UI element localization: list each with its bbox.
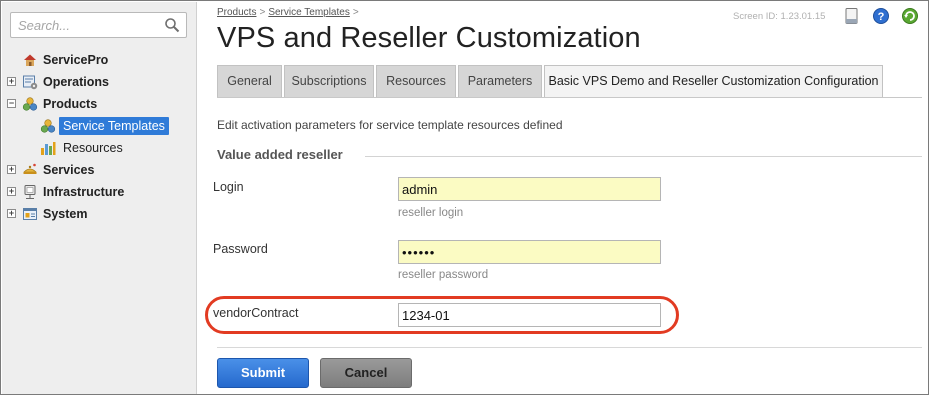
cancel-button[interactable]: Cancel	[320, 358, 412, 388]
section-title: Value added reseller	[217, 147, 343, 162]
svg-text:?: ?	[878, 11, 885, 23]
help-icon[interactable]: ?	[872, 7, 890, 25]
breadcrumb-separator: >	[259, 7, 266, 18]
tab-resources[interactable]: Resources	[376, 65, 456, 97]
house-icon	[24, 54, 36, 66]
breadcrumb-separator: >	[352, 7, 359, 18]
nav-tree: ServicePro + Operations − Products Servi…	[2, 49, 197, 225]
section-divider	[365, 156, 922, 157]
sidebar-item-label: Infrastructure	[43, 185, 125, 199]
form-footer-divider	[217, 347, 922, 348]
sidebar-item-service-templates[interactable]: Service Templates	[2, 115, 197, 137]
infrastructure-icon	[24, 185, 36, 199]
form-description: Edit activation parameters for service t…	[217, 118, 563, 132]
tab-general[interactable]: General	[217, 65, 282, 97]
breadcrumb-link-products[interactable]: Products	[217, 7, 256, 18]
login-field[interactable]	[398, 177, 661, 201]
page-title: VPS and Reseller Customization	[217, 22, 641, 54]
search-box[interactable]	[10, 12, 187, 38]
vendor-contract-label: vendorContract	[213, 306, 299, 320]
sidebar-item-label: System	[43, 207, 88, 221]
document-icon[interactable]	[843, 7, 861, 25]
search-input[interactable]	[11, 13, 151, 37]
sidebar-item-services[interactable]: + Services	[2, 159, 197, 181]
sidebar-item-label: Products	[43, 97, 98, 111]
sidebar-item-label: Resources	[63, 141, 123, 155]
collapse-toggle[interactable]: −	[7, 99, 16, 108]
refresh-icon[interactable]	[901, 7, 919, 25]
products-icon	[22, 97, 38, 111]
expand-toggle[interactable]: +	[7, 77, 16, 86]
resources-icon	[41, 142, 56, 155]
sidebar-item-system[interactable]: + System	[2, 203, 197, 225]
sidebar-item-servicepro[interactable]: ServicePro	[2, 49, 197, 71]
sidebar-item-label: Operations	[43, 75, 109, 89]
password-field[interactable]	[398, 240, 661, 264]
breadcrumb: Products > Service Templates >	[217, 7, 362, 18]
password-label: Password	[213, 242, 268, 256]
expand-toggle[interactable]: +	[7, 187, 16, 196]
submit-button[interactable]: Submit	[217, 358, 309, 388]
sidebar: ServicePro + Operations −	[2, 2, 197, 394]
login-label: Login	[213, 180, 244, 194]
sidebar-item-resources[interactable]: Resources	[2, 137, 197, 159]
search-icon[interactable]	[164, 17, 180, 33]
sidebar-item-operations[interactable]: + Operations	[2, 71, 197, 93]
password-hint: reseller password	[398, 269, 489, 281]
sidebar-item-label: Services	[43, 163, 95, 177]
services-icon	[23, 163, 37, 174]
service-templates-icon	[40, 119, 56, 133]
main-content: Products > Service Templates > Screen ID: 1…	[198, 2, 928, 394]
tab-configuration[interactable]: Basic VPS Demo and Reseller Customizatio…	[544, 65, 883, 98]
sidebar-item-label: Service Templates	[59, 117, 169, 135]
tab-divider	[217, 97, 922, 98]
vendor-contract-field[interactable]	[398, 303, 661, 327]
breadcrumb-link-service-templates[interactable]: Service Templates	[268, 7, 350, 18]
login-hint: reseller login	[398, 207, 464, 219]
sidebar-item-products[interactable]: − Products	[2, 93, 197, 115]
screen-id: Screen ID: 1.23.01.15	[733, 11, 826, 22]
operations-icon	[23, 75, 38, 90]
sidebar-item-label: ServicePro	[43, 53, 109, 67]
tab-subscriptions[interactable]: Subscriptions	[284, 65, 374, 97]
expand-toggle[interactable]: +	[7, 165, 16, 174]
system-icon	[23, 208, 37, 220]
window: ServicePro + Operations −	[0, 0, 929, 395]
sidebar-item-infrastructure[interactable]: + Infrastructure	[2, 181, 197, 203]
tab-parameters[interactable]: Parameters	[458, 65, 542, 97]
expand-toggle[interactable]: +	[7, 209, 16, 218]
